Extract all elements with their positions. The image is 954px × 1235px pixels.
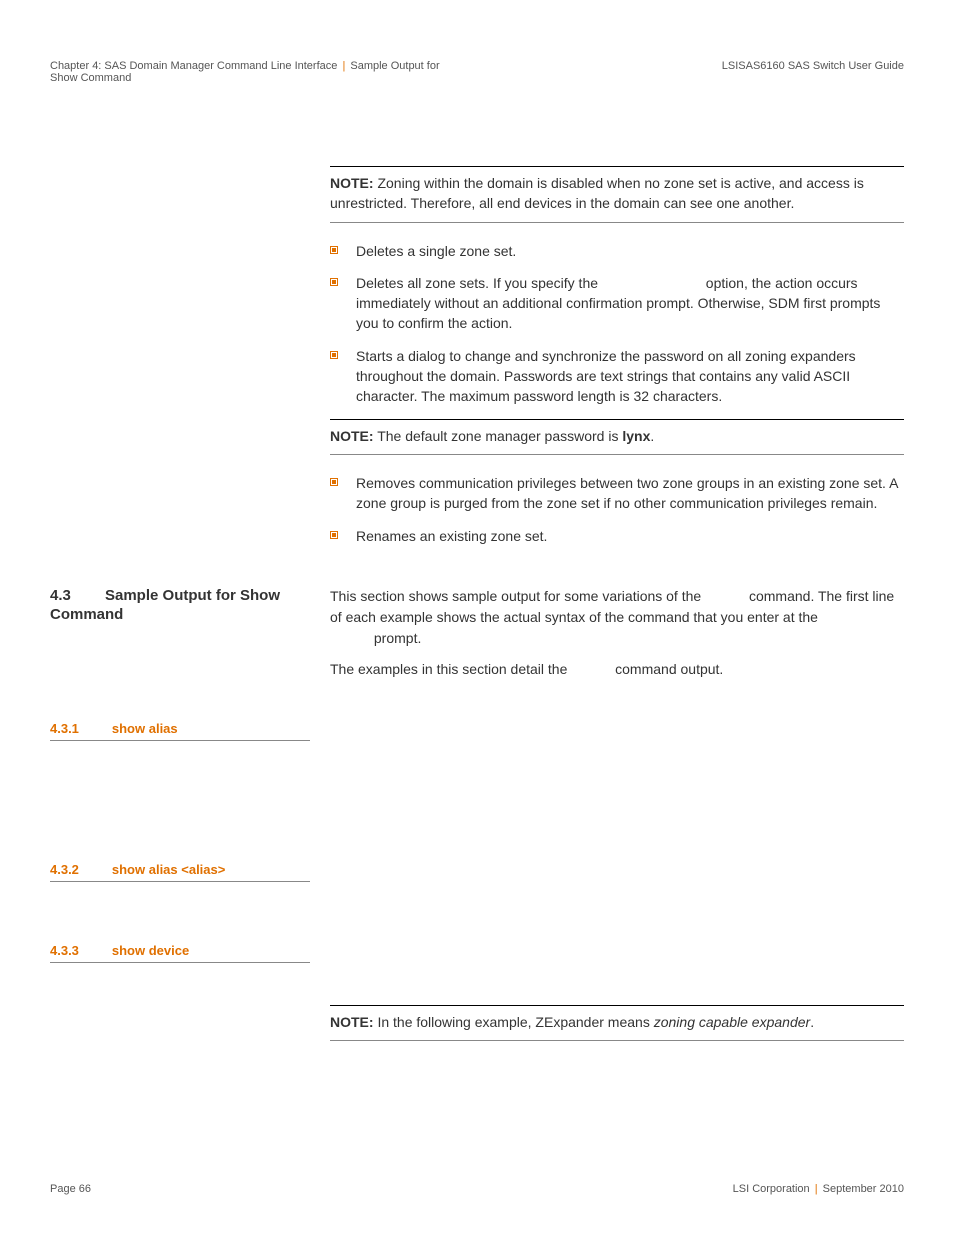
bullet-text: Deletes all zone sets. If you specify th… (356, 273, 904, 334)
note-zexpander: NOTE: In the following example, ZExpande… (330, 1005, 904, 1041)
footer-divider-icon: | (813, 1183, 820, 1195)
right-column: NOTE: Zoning within the domain is disabl… (330, 154, 904, 546)
para-text: The examples in this section detail the (330, 661, 571, 677)
subsection-title: show alias (112, 721, 178, 736)
left-column-spacer (50, 993, 330, 1059)
subsection-title: show device (112, 943, 189, 958)
bullet-rename: Renames an existing zone set. (330, 526, 904, 546)
subsection-number: 4.3.3 (50, 943, 108, 958)
subsection-number: 4.3.2 (50, 862, 108, 877)
note-text: Zoning within the domain is disabled whe… (330, 175, 864, 211)
note-default-password: NOTE: The default zone manager password … (330, 419, 904, 455)
bullet-text-part: Deletes all zone sets. If you specify th… (356, 275, 602, 291)
subsection-title: show alias <alias> (112, 862, 225, 877)
bullet-text: Renames an existing zone set. (356, 526, 904, 546)
content-columns: NOTE: Zoning within the domain is disabl… (50, 154, 904, 546)
bullet-icon (330, 278, 338, 286)
header-divider-icon: | (340, 60, 347, 72)
subsection-4-3-3: 4.3.3 show device (50, 942, 310, 963)
note-label: NOTE: (330, 1014, 374, 1030)
section-body: This section shows sample output for som… (330, 586, 904, 690)
note-zoning-disabled: NOTE: Zoning within the domain is disabl… (330, 166, 904, 223)
note-password-value: lynx (622, 428, 650, 444)
section-para-2: The examples in this section detail the … (330, 659, 904, 680)
page-footer: Page 66 LSI Corporation | September 2010 (50, 1183, 904, 1195)
bullet-text: Removes communication privileges between… (356, 473, 904, 514)
bullet-delete-all: Deletes all zone sets. If you specify th… (330, 273, 904, 334)
bullet-remove-privileges: Removes communication privileges between… (330, 473, 904, 514)
note-label: NOTE: (330, 175, 374, 191)
footer-date: September 2010 (823, 1183, 904, 1195)
note-text-part: . (810, 1014, 814, 1030)
subsection-4-3-1: 4.3.1 show alias (50, 720, 310, 741)
section-para-1: This section shows sample output for som… (330, 586, 904, 649)
bullet-delete-single: Deletes a single zone set. (330, 241, 904, 261)
note-text-part: In the following example, ZExpander mean… (377, 1014, 653, 1030)
header-chapter: Chapter 4: SAS Domain Manager Command Li… (50, 60, 337, 72)
footer-right: LSI Corporation | September 2010 (733, 1183, 904, 1195)
bullet-icon (330, 531, 338, 539)
bullet-text: Starts a dialog to change and synchroniz… (356, 346, 904, 407)
para-text: prompt. (374, 630, 421, 646)
bullet-icon (330, 246, 338, 254)
note-label: NOTE: (330, 428, 374, 444)
para-text: This section shows sample output for som… (330, 588, 705, 604)
bullet-text: Deletes a single zone set. (356, 241, 904, 261)
note-row-zexpander: NOTE: In the following example, ZExpande… (50, 993, 904, 1059)
section-heading: 4.3Sample Output for Show Command (50, 586, 310, 625)
left-column (50, 154, 330, 546)
section-heading-left: 4.3Sample Output for Show Command (50, 586, 330, 625)
note-text-part: . (650, 428, 654, 444)
para-text: command output. (615, 661, 723, 677)
header-left: Chapter 4: SAS Domain Manager Command Li… (50, 60, 450, 84)
note-italic-term: zoning capable expander (654, 1014, 810, 1030)
subsection-4-3-2: 4.3.2 show alias <alias> (50, 861, 310, 882)
footer-corp: LSI Corporation (733, 1183, 810, 1195)
section-number: 4.3 (50, 586, 105, 606)
bullet-password: Starts a dialog to change and synchroniz… (330, 346, 904, 407)
bullet-icon (330, 351, 338, 359)
page-header: Chapter 4: SAS Domain Manager Command Li… (50, 60, 904, 84)
note-text-part: The default zone manager password is (377, 428, 622, 444)
bullet-icon (330, 478, 338, 486)
subsection-number: 4.3.1 (50, 721, 108, 736)
footer-page-number: Page 66 (50, 1183, 91, 1195)
page-container: Chapter 4: SAS Domain Manager Command Li… (0, 0, 954, 1235)
header-doc-title: LSISAS6160 SAS Switch User Guide (722, 60, 904, 84)
right-column: NOTE: In the following example, ZExpande… (330, 993, 904, 1059)
section-4-3-row: 4.3Sample Output for Show Command This s… (50, 586, 904, 690)
